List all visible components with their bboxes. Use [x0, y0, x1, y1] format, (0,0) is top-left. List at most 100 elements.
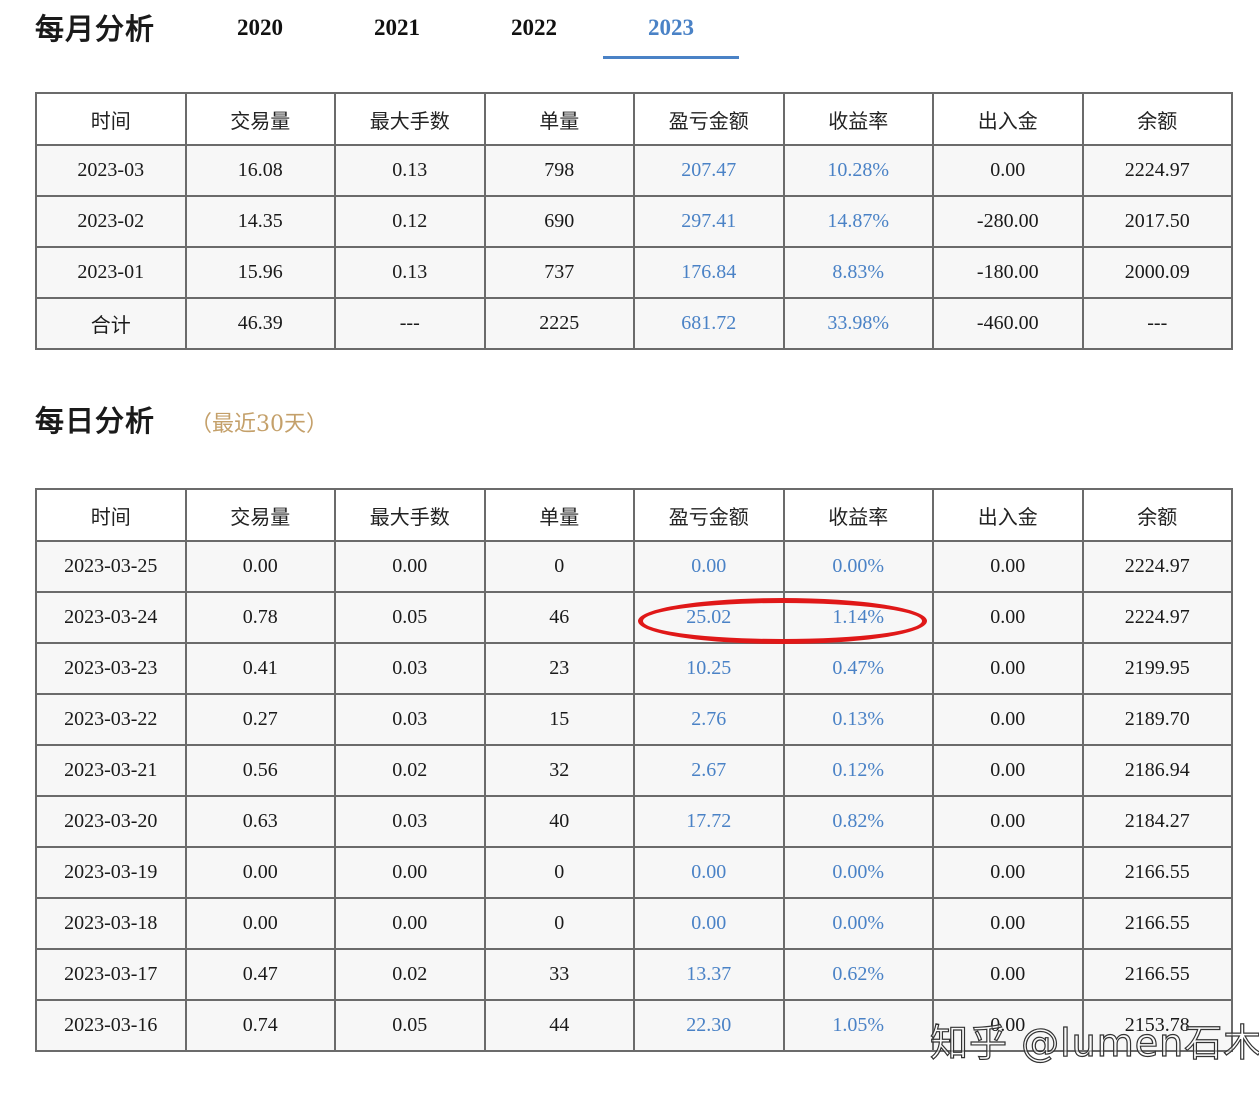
cell-profit-loss: 10.25	[633, 642, 785, 695]
cell-max-lots: 0.05	[334, 591, 486, 644]
tab-year-2021[interactable]: 2021	[329, 12, 465, 56]
cell-return-rate: 0.00%	[782, 846, 934, 899]
cell-volume: 0.47	[184, 948, 336, 1001]
cell-deposit-withdrawal: 0.00	[932, 693, 1084, 746]
cell-order-count: 0	[483, 897, 635, 950]
cell-deposit-withdrawal: -180.00	[932, 246, 1084, 299]
header-volume: 交易量	[184, 92, 336, 146]
cell-max-lots: 0.00	[334, 540, 486, 593]
cell-profit-loss: 0.00	[633, 897, 785, 950]
cell-max-lots: ---	[334, 297, 486, 350]
cell-time: 2023-03-16	[35, 999, 187, 1052]
table-row: 2023-03-21 0.56 0.02 32 2.67 0.12% 0.00 2186.94	[35, 744, 1233, 797]
monthly-table: 时间 交易量 最大手数 单量 盈亏金额 收益率 出入金 余额 2023-03 16…	[35, 92, 1233, 350]
cell-time: 2023-03-17	[35, 948, 187, 1001]
cell-profit-loss: 13.37	[633, 948, 785, 1001]
cell-deposit-withdrawal: 0.00	[932, 897, 1084, 950]
table-row: 2023-03-18 0.00 0.00 0 0.00 0.00% 0.00 2166.55	[35, 897, 1233, 950]
cell-max-lots: 0.02	[334, 948, 486, 1001]
cell-order-count: 737	[483, 246, 635, 299]
header-deposit-withdrawal: 出入金	[932, 488, 1084, 542]
tab-year-2020[interactable]: 2020	[192, 12, 328, 56]
cell-return-rate: 0.62%	[782, 948, 934, 1001]
cell-order-count: 44	[483, 999, 635, 1052]
cell-order-count: 0	[483, 540, 635, 593]
cell-time: 2023-03-22	[35, 693, 187, 746]
cell-deposit-withdrawal: 0.00	[932, 642, 1084, 695]
table-header-row: 时间 交易量 最大手数 单量 盈亏金额 收益率 出入金 余额	[35, 92, 1233, 146]
header-return-rate: 收益率	[782, 488, 934, 542]
cell-time: 2023-03-18	[35, 897, 187, 950]
cell-order-count: 2225	[483, 297, 635, 350]
cell-max-lots: 0.00	[334, 897, 486, 950]
cell-order-count: 40	[483, 795, 635, 848]
cell-balance: 2224.97	[1081, 540, 1233, 593]
daily-table-body: 2023-03-25 0.00 0.00 0 0.00 0.00% 0.00 2224.97 2…	[35, 540, 1233, 1052]
cell-volume: 0.63	[184, 795, 336, 848]
cell-balance: 2224.97	[1081, 144, 1233, 197]
cell-balance: 2189.70	[1081, 693, 1233, 746]
cell-time: 2023-03-20	[35, 795, 187, 848]
header-balance: 余额	[1081, 488, 1233, 542]
cell-max-lots: 0.05	[334, 999, 486, 1052]
cell-return-rate: 0.13%	[782, 693, 934, 746]
header-deposit-withdrawal: 出入金	[932, 92, 1084, 146]
cell-balance: ---	[1081, 297, 1233, 350]
monthly-table-body: 2023-03 16.08 0.13 798 207.47 10.28% 0.00 2224.…	[35, 144, 1233, 350]
table-row: 2023-02 14.35 0.12 690 297.41 14.87% -280.00 20…	[35, 195, 1233, 248]
cell-profit-loss: 17.72	[633, 795, 785, 848]
cell-order-count: 33	[483, 948, 635, 1001]
cell-profit-loss: 207.47	[633, 144, 785, 197]
cell-max-lots: 0.13	[334, 144, 486, 197]
cell-time: 2023-03	[35, 144, 187, 197]
cell-return-rate: 0.00%	[782, 897, 934, 950]
cell-order-count: 23	[483, 642, 635, 695]
table-row: 2023-03-25 0.00 0.00 0 0.00 0.00% 0.00 2224.97	[35, 540, 1233, 593]
cell-profit-loss: 0.00	[633, 540, 785, 593]
cell-max-lots: 0.03	[334, 693, 486, 746]
cell-profit-loss: 2.67	[633, 744, 785, 797]
cell-max-lots: 0.03	[334, 795, 486, 848]
table-header-row: 时间 交易量 最大手数 单量 盈亏金额 收益率 出入金 余额	[35, 488, 1233, 542]
cell-deposit-withdrawal: 0.00	[932, 948, 1084, 1001]
cell-time: 2023-03-21	[35, 744, 187, 797]
cell-volume: 0.74	[184, 999, 336, 1052]
cell-time: 2023-03-23	[35, 642, 187, 695]
daily-analysis-title: 每日分析	[35, 404, 156, 438]
cell-deposit-withdrawal: -460.00	[932, 297, 1084, 350]
cell-profit-loss: 176.84	[633, 246, 785, 299]
header-time: 时间	[35, 488, 187, 542]
cell-max-lots: 0.02	[334, 744, 486, 797]
daily-table: 时间 交易量 最大手数 单量 盈亏金额 收益率 出入金 余额 2023-03-2…	[35, 488, 1233, 1052]
cell-volume: 14.35	[184, 195, 336, 248]
header-max-lots: 最大手数	[334, 92, 486, 146]
header-max-lots: 最大手数	[334, 488, 486, 542]
cell-balance: 2000.09	[1081, 246, 1233, 299]
cell-order-count: 0	[483, 846, 635, 899]
cell-profit-loss: 25.02	[633, 591, 785, 644]
cell-time: 合计	[35, 297, 187, 350]
table-row: 2023-03-24 0.78 0.05 46 25.02 1.14% 0.00 2224.9…	[35, 591, 1233, 644]
table-row: 2023-03 16.08 0.13 798 207.47 10.28% 0.00 2224.…	[35, 144, 1233, 197]
cell-volume: 0.00	[184, 540, 336, 593]
cell-volume: 15.96	[184, 246, 336, 299]
tab-year-2022[interactable]: 2022	[466, 12, 602, 56]
cell-deposit-withdrawal: -280.00	[932, 195, 1084, 248]
cell-return-rate: 1.14%	[782, 591, 934, 644]
cell-balance: 2017.50	[1081, 195, 1233, 248]
cell-deposit-withdrawal: 0.00	[932, 795, 1084, 848]
cell-balance: 2224.97	[1081, 591, 1233, 644]
cell-order-count: 798	[483, 144, 635, 197]
header-order-count: 单量	[483, 92, 635, 146]
table-row: 2023-03-17 0.47 0.02 33 13.37 0.62% 0.00 2166.5…	[35, 948, 1233, 1001]
tab-year-2023[interactable]: 2023	[603, 12, 739, 59]
cell-order-count: 32	[483, 744, 635, 797]
cell-return-rate: 0.00%	[782, 540, 934, 593]
cell-return-rate: 8.83%	[782, 246, 934, 299]
header-time: 时间	[35, 92, 187, 146]
header-balance: 余额	[1081, 92, 1233, 146]
cell-time: 2023-03-19	[35, 846, 187, 899]
cell-max-lots: 0.03	[334, 642, 486, 695]
cell-deposit-withdrawal: 0.00	[932, 144, 1084, 197]
cell-volume: 0.41	[184, 642, 336, 695]
